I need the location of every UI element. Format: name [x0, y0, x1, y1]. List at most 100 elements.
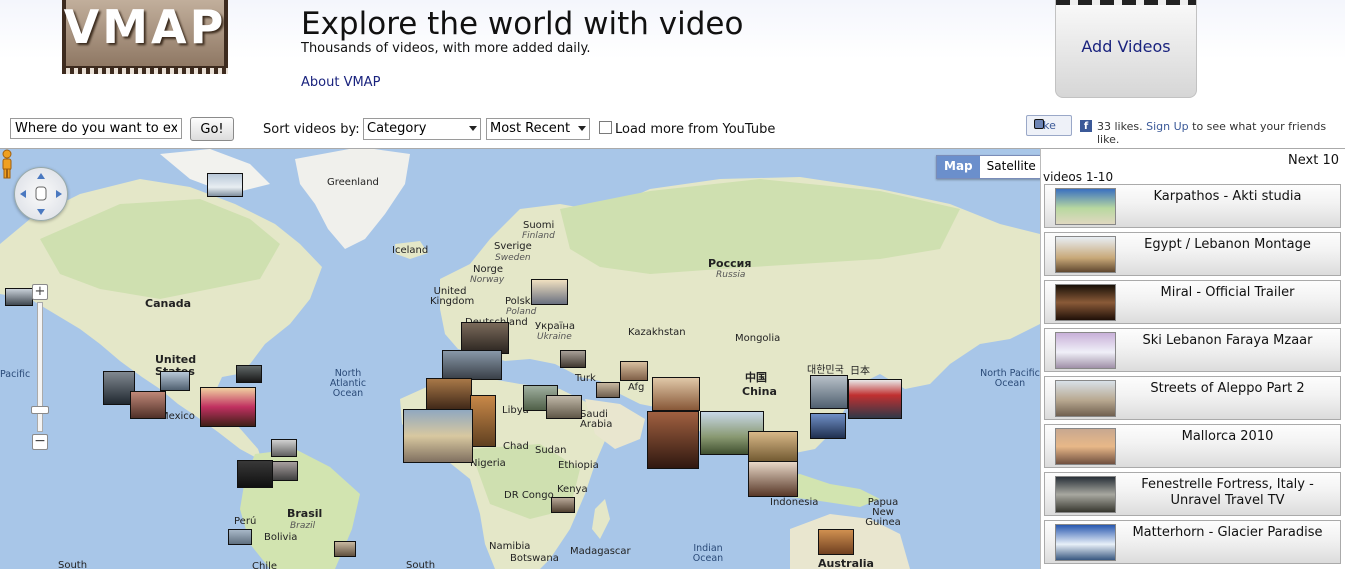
map-label-botswana: Botswana — [510, 553, 559, 564]
add-videos-button[interactable]: Add Videos — [1055, 0, 1197, 98]
map-video-thumbnail[interactable] — [200, 387, 256, 427]
map-video-thumbnail[interactable] — [334, 541, 356, 557]
sort-by-select[interactable]: Category — [363, 118, 481, 140]
map-label-kenya: Kenya — [557, 484, 588, 495]
map-video-thumbnail[interactable] — [531, 279, 568, 305]
video-list-item[interactable]: Fenestrelle Fortress, Italy - Unravel Tr… — [1044, 472, 1341, 516]
map-video-thumbnail[interactable] — [748, 461, 798, 497]
map-video-thumbnail[interactable] — [620, 361, 648, 381]
video-list-item[interactable]: Egypt / Lebanon Montage — [1044, 232, 1341, 276]
map-video-thumbnail[interactable] — [228, 529, 252, 545]
map-video-thumbnail[interactable] — [818, 529, 854, 555]
map-label-korea: 대한민국 — [807, 365, 844, 376]
zoom-slider-handle[interactable] — [31, 406, 49, 414]
video-title: Ski Lebanon Faraya Mzaar — [1142, 333, 1313, 348]
map-video-thumbnail[interactable] — [207, 173, 243, 197]
map-video-thumbnail[interactable] — [271, 439, 297, 457]
map-video-thumbnail[interactable] — [426, 378, 472, 410]
map-label-sudan: Sudan — [535, 445, 567, 456]
facebook-like-button[interactable]: Like — [1026, 115, 1072, 136]
order-value: Most Recent — [490, 121, 571, 136]
video-thumbnail — [1055, 380, 1116, 417]
video-title: Miral - Official Trailer — [1160, 285, 1295, 300]
map-label-dr-congo: DR Congo — [504, 490, 554, 501]
map-video-thumbnail[interactable] — [442, 350, 502, 380]
map-video-thumbnail[interactable] — [272, 461, 298, 481]
map-video-thumbnail[interactable] — [748, 431, 798, 463]
order-select[interactable]: Most Recent — [486, 118, 590, 140]
video-thumbnail — [1055, 524, 1116, 561]
about-link[interactable]: About VMAP — [301, 75, 380, 90]
video-list-item[interactable]: Karpathos - Akti studia — [1044, 184, 1341, 228]
map-label-nihon: 日本 — [850, 366, 870, 377]
world-map[interactable]: Greenland Iceland Suomi Finland Sverige … — [0, 148, 1040, 569]
map-video-thumbnail[interactable] — [810, 375, 848, 409]
page-title: Explore the world with video — [301, 6, 744, 42]
map-label-ukraina: Україна — [535, 321, 576, 332]
video-list-item[interactable]: Streets of Aleppo Part 2 — [1044, 376, 1341, 420]
video-list-item[interactable]: Ski Lebanon Faraya Mzaar — [1044, 328, 1341, 372]
map-label-indonesia: Indonesia — [770, 497, 819, 508]
map-video-thumbnail[interactable] — [237, 460, 273, 488]
map-video-thumbnail[interactable] — [403, 409, 473, 463]
map-label-iceland: Iceland — [392, 245, 429, 256]
map-label-saudi-arabia: Saudi Arabia — [580, 409, 613, 430]
facebook-signup-link[interactable]: Sign Up — [1146, 120, 1189, 133]
map-label-ukraine: Ukraine — [537, 332, 572, 342]
map-label-bolivia: Bolivia — [264, 532, 298, 543]
map-video-thumbnail[interactable] — [546, 395, 582, 419]
video-list-sidebar: Next 10 videos 1-10 Karpathos - Akti stu… — [1040, 148, 1345, 569]
load-more-label: Load more from YouTube — [615, 122, 776, 137]
street-view-pegman-icon[interactable] — [0, 149, 14, 179]
map-label-indian-ocean: Indian Ocean — [692, 543, 724, 564]
next-10-link[interactable]: Next 10 — [1288, 153, 1339, 168]
pan-arrows-icon — [20, 173, 62, 215]
dropdown-arrow-icon — [578, 126, 586, 131]
map-video-thumbnail[interactable] — [160, 371, 190, 391]
map-label-finland: Finland — [522, 231, 555, 241]
map-video-thumbnail[interactable] — [470, 395, 496, 447]
pan-control[interactable] — [14, 167, 68, 221]
map-video-thumbnail[interactable] — [848, 379, 902, 419]
map-video-thumbnail[interactable] — [652, 377, 700, 411]
video-title: Karpathos - Akti studia — [1153, 189, 1302, 204]
zoom-in-button[interactable]: + — [32, 284, 48, 300]
map-type-map-button[interactable]: Map — [937, 156, 980, 178]
location-search-input[interactable] — [10, 118, 182, 139]
video-thumbnail — [1055, 236, 1116, 273]
clapperboard-icon — [1056, 0, 1196, 5]
video-list-item[interactable]: Mallorca 2010 — [1044, 424, 1341, 468]
map-video-thumbnail[interactable] — [560, 350, 586, 368]
load-more-checkbox[interactable] — [599, 121, 612, 134]
map-label-sweden: Sweden — [495, 253, 531, 263]
map-video-thumbnail[interactable] — [236, 365, 262, 383]
zoom-out-button[interactable]: − — [32, 434, 48, 450]
map-video-thumbnail[interactable] — [596, 382, 620, 398]
video-list-item[interactable]: Miral - Official Trailer — [1044, 280, 1341, 324]
map-label-ethiopia: Ethiopia — [558, 460, 599, 471]
map-type-satellite-button[interactable]: Satellite — [979, 156, 1040, 178]
likes-count: 33 likes. — [1097, 120, 1143, 133]
map-label-canada: Canada — [145, 297, 192, 310]
map-label-afg: Afg — [628, 382, 645, 393]
map-type-control: Map Satellite — [936, 155, 1040, 179]
map-label-papua: Papua New Guinea — [865, 497, 901, 528]
vmap-logo[interactable]: VMAP — [62, 0, 228, 74]
map-video-thumbnail[interactable] — [5, 288, 33, 306]
video-range-label: videos 1-10 — [1043, 170, 1114, 184]
add-videos-label: Add Videos — [1081, 37, 1171, 56]
video-list-item[interactable]: Matterhorn - Glacier Paradise — [1044, 520, 1341, 564]
map-video-thumbnail[interactable] — [647, 411, 699, 469]
map-video-thumbnail[interactable] — [130, 391, 166, 419]
video-title: Mallorca 2010 — [1181, 429, 1274, 444]
map-video-thumbnail[interactable] — [810, 413, 846, 439]
map-label-mongolia: Mongolia — [735, 333, 781, 344]
map-label-namibia: Namibia — [489, 541, 531, 552]
go-button[interactable]: Go! — [190, 117, 234, 141]
dropdown-arrow-icon — [469, 126, 477, 131]
facebook-icon: f — [1080, 120, 1092, 132]
map-label-north-pacific: North Pacific Ocean — [980, 368, 1040, 389]
video-thumbnail — [1055, 188, 1116, 225]
map-video-thumbnail[interactable] — [551, 497, 575, 513]
video-thumbnail — [1055, 476, 1116, 513]
